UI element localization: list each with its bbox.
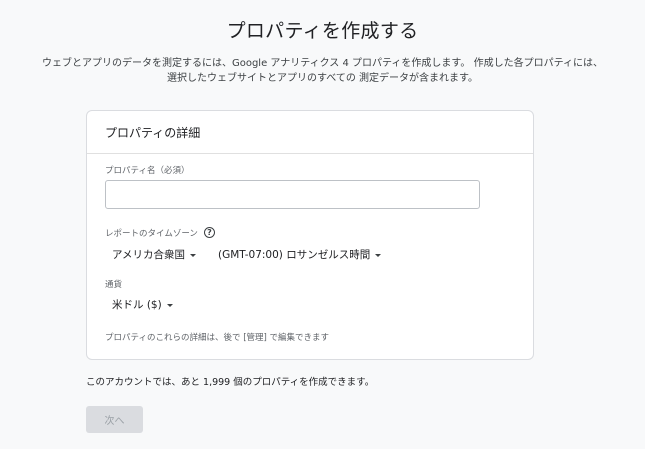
property-name-input[interactable]	[105, 180, 480, 209]
question-circle-icon[interactable]: ?	[203, 227, 215, 238]
chevron-down-icon	[375, 253, 382, 257]
timezone-label: レポートのタイムゾーン	[105, 229, 198, 239]
page-description: ウェブとアプリのデータを測定するには、Google アナリティクス 4 プロパテ…	[0, 56, 645, 86]
timezone-country-select[interactable]: アメリカ合衆国	[112, 248, 196, 262]
page-title: プロパティを作成する	[226, 20, 419, 42]
description-line-2: 選択したウェブサイトとアプリのすべての 測定データが含まれます。	[166, 73, 479, 84]
timezone-zone-select[interactable]: (GMT-07:00) ロサンゼルス時間	[218, 248, 382, 262]
chevron-down-icon	[189, 253, 196, 257]
property-name-label: プロパティ名（必須）	[105, 166, 190, 176]
currency-label: 通貨	[105, 280, 123, 290]
next-button[interactable]: 次へ	[86, 406, 143, 433]
currency-select[interactable]: 米ドル ($)	[112, 298, 173, 312]
edit-later-footnote: プロパティのこれらの詳細は、後で [管理] で編集できます	[105, 333, 330, 343]
remaining-properties-note: このアカウントでは、あと 1,999 個のプロパティを作成できます。	[86, 377, 375, 388]
chevron-down-icon	[166, 303, 173, 307]
timezone-country-value: アメリカ合衆国	[112, 249, 185, 261]
description-line-1: ウェブとアプリのデータを測定するには、Google アナリティクス 4 プロパテ…	[41, 58, 604, 69]
timezone-zone-value: (GMT-07:00) ロサンゼルス時間	[218, 249, 371, 261]
property-details-card: プロパティの詳細 プロパティ名（必須） レポートのタイムゾーン? アメリカ合衆国…	[86, 110, 534, 360]
card-header: プロパティの詳細	[87, 111, 533, 154]
timezone-label-row: レポートのタイムゾーン?	[105, 227, 215, 240]
currency-value: 米ドル ($)	[112, 299, 162, 311]
